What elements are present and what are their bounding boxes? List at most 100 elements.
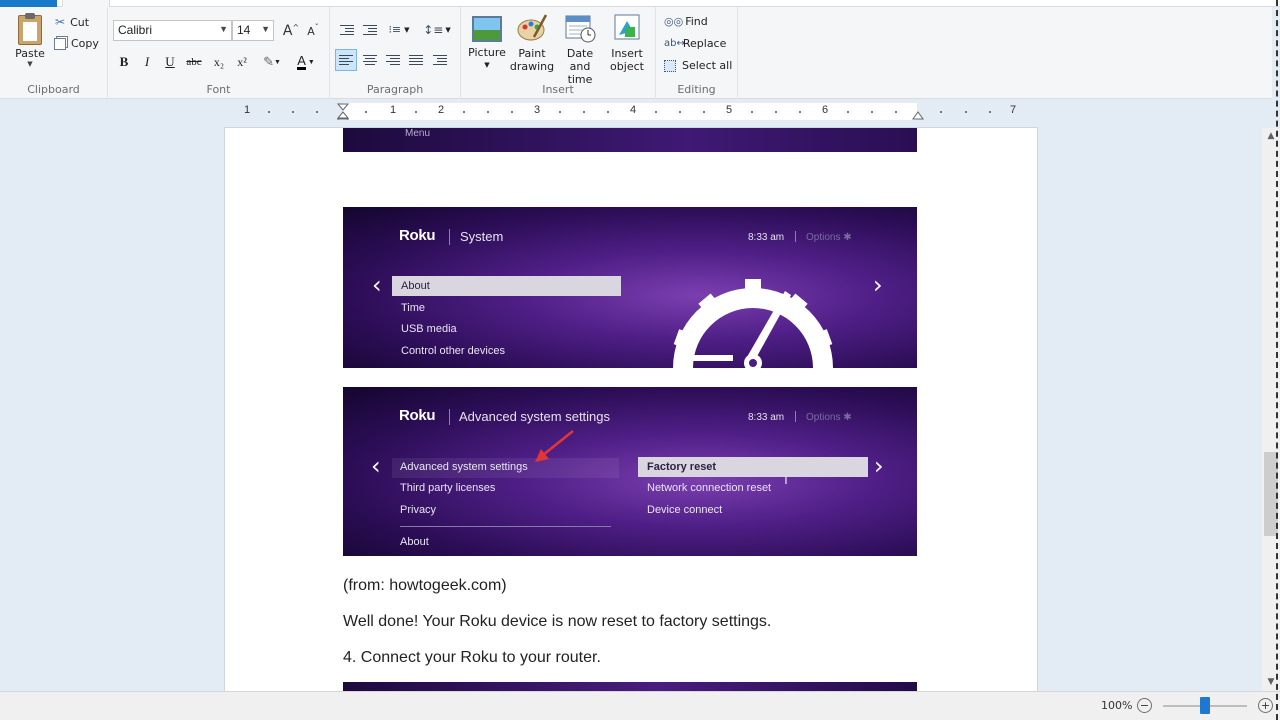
roku-menu-item-selected: Factory reset [638, 457, 868, 477]
highlight-button[interactable]: ✎ ▼ [257, 51, 287, 73]
zoom-slider-thumb[interactable] [1200, 697, 1210, 714]
picture-button[interactable]: Picture ▼ [467, 13, 507, 72]
roku-divider [795, 231, 796, 242]
subscript-button[interactable]: x₂ [208, 51, 230, 73]
paste-dropdown-icon[interactable]: ▼ [10, 60, 50, 68]
chevron-left-icon: ‹ [371, 452, 381, 480]
object-label-2: object [610, 60, 644, 73]
file-tab[interactable] [0, 0, 57, 7]
paint-drawing-button[interactable]: Paint drawing [509, 13, 555, 73]
align-center-button[interactable] [359, 49, 381, 71]
decrease-indent-icon [340, 24, 354, 36]
home-tab[interactable] [62, 0, 110, 7]
find-label: Find [685, 15, 708, 28]
italic-button[interactable]: I [136, 51, 158, 73]
clipboard-group: Paste ▼ ✂ Cut Copy Clipboard [0, 7, 108, 99]
find-button[interactable]: ◎◎ Find [664, 15, 708, 28]
roku-menu-item: About [400, 536, 429, 548]
roku-menu-item: Control other devices [401, 345, 505, 357]
selection-edge [1276, 0, 1280, 720]
text-cursor-icon: I [784, 471, 788, 487]
roku-divider [449, 229, 450, 245]
insert-group-label: Insert [542, 83, 574, 96]
zoom-out-button[interactable]: − [1137, 698, 1152, 713]
superscript-button[interactable]: x² [231, 51, 253, 73]
increase-indent-button[interactable] [359, 19, 381, 41]
paste-button[interactable]: Paste ▼ [10, 13, 50, 79]
roku-menu-item: Time [401, 302, 426, 314]
shrink-font-button[interactable]: Aˇ [303, 21, 323, 41]
right-indent-marker-icon[interactable] [912, 111, 924, 120]
roku-image-partial: Menu [343, 128, 917, 152]
chevron-right-icon: › [874, 452, 884, 480]
copy-icon [54, 37, 66, 50]
date-time-button[interactable]: Date and time [556, 13, 604, 86]
picture-label: Picture [468, 46, 506, 59]
replace-icon: ab↔ [664, 38, 685, 49]
font-family-combo[interactable]: Calibri ▼ [113, 20, 232, 41]
replace-button[interactable]: ab↔ Replace [664, 37, 726, 50]
bold-button[interactable]: B [113, 51, 135, 73]
scissors-icon: ✂ [55, 15, 66, 29]
strikethrough-button[interactable]: abc [183, 51, 205, 73]
grow-font-button[interactable]: A ^ [281, 21, 301, 41]
paste-label: Paste [15, 47, 45, 60]
insert-object-icon [611, 13, 643, 43]
roku-options: Options ✱ [806, 232, 852, 243]
roku-separator [400, 526, 611, 527]
select-all-button[interactable]: Select all [664, 59, 732, 72]
insert-group: Picture ▼ Paint drawing Date and time In… [461, 7, 656, 99]
gear-gauge-icon [673, 279, 833, 368]
replace-label: Replace [682, 37, 727, 50]
justify-icon [409, 54, 423, 66]
text-color-button[interactable]: A ▼ [291, 51, 321, 73]
roku-options: Options ✱ [806, 412, 852, 423]
chevron-down-icon: ▼ [445, 26, 451, 34]
roku-menu-item: USB media [401, 323, 457, 335]
copy-button[interactable]: Copy [54, 37, 99, 50]
underline-button[interactable]: U [159, 51, 181, 73]
line-spacing-button[interactable]: ↕≡ ▼ [422, 19, 452, 41]
font-size-combo[interactable]: 14 ▼ [232, 20, 274, 41]
cut-button[interactable]: ✂ Cut [55, 15, 89, 29]
document-area[interactable]: Menu Roku System 8:33 am Options ✱ ‹ › A… [0, 120, 1262, 691]
roku-divider [449, 409, 450, 425]
page[interactable]: Menu Roku System 8:33 am Options ✱ ‹ › A… [225, 128, 1037, 691]
bullet-list-icon: ⁝≡ [388, 23, 402, 36]
paint-label-1: Paint [518, 47, 546, 60]
justify-button[interactable] [405, 49, 427, 71]
shrink-caret: ˇ [314, 22, 319, 32]
chevron-right-icon: › [873, 271, 883, 299]
align-center-icon [363, 54, 377, 66]
zoom-in-button[interactable]: + [1258, 698, 1273, 713]
binoculars-icon: ◎◎ [664, 15, 684, 28]
line-spacing-icon: ↕≡ [423, 23, 444, 37]
ruler-number: 1 [390, 104, 397, 116]
ruler-number: 7 [1010, 104, 1017, 116]
decrease-indent-button[interactable] [336, 19, 358, 41]
roku-menu-item: Third party licenses [400, 482, 496, 494]
title-strip [0, 0, 1280, 7]
insert-object-button[interactable]: Insert object [607, 13, 647, 73]
paragraph-settings-button[interactable] [429, 49, 451, 71]
text-color-icon: A [297, 52, 306, 70]
roku-system-image: Roku System 8:33 am Options ✱ ‹ › About … [343, 207, 917, 368]
roku-time: 8:33 am [748, 232, 785, 243]
roku-time: 8:33 am [748, 412, 785, 423]
font-group-label: Font [206, 83, 231, 96]
ruler-number: 4 [630, 104, 637, 116]
roku-heading: Advanced system settings [459, 409, 611, 424]
paragraph-group-label: Paragraph [366, 83, 424, 96]
ruler-number: 2 [438, 104, 445, 116]
align-right-button[interactable] [382, 49, 404, 71]
align-left-button[interactable] [335, 49, 357, 71]
chevron-down-icon: ▼ [219, 24, 228, 34]
paragraph-group: ⁝≡ ▼ ↕≡ ▼ Paragraph [330, 7, 461, 99]
doc-paragraph: 4. Connect your Roku to your router. [343, 649, 601, 666]
cut-label: Cut [70, 15, 90, 29]
roku-logo: Roku [399, 227, 436, 244]
select-all-icon [664, 59, 676, 72]
ruler[interactable]: 1 4 2 3 5 6 7 1 [225, 103, 1037, 126]
roku-menu-item: Privacy [400, 504, 437, 516]
bullets-button[interactable]: ⁝≡ ▼ [384, 19, 414, 41]
